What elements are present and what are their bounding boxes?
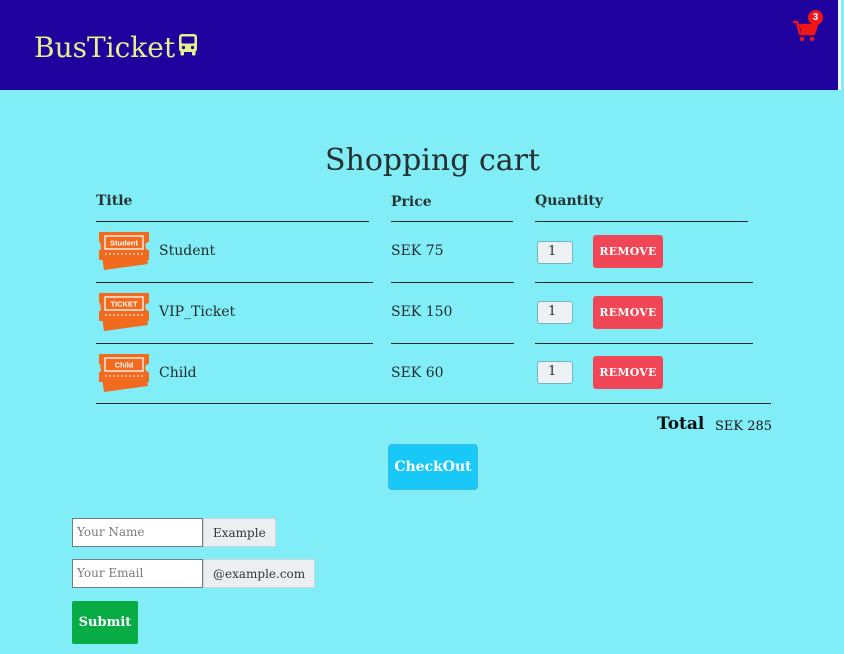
brand-name: BusTicket: [34, 31, 176, 64]
row-divider: [96, 282, 373, 283]
ticket-icon: Student: [99, 232, 149, 270]
cart-button[interactable]: 3: [793, 10, 823, 44]
total-divider: [96, 403, 771, 404]
ticket-icon-label: Student: [110, 239, 138, 248]
email-input[interactable]: Your Email: [72, 559, 203, 588]
row-divider: [535, 282, 753, 283]
checkout-button[interactable]: CheckOut: [388, 444, 478, 490]
ticket-icon-label: TICKET: [110, 300, 138, 309]
cart-item-title: Student Student: [96, 228, 215, 274]
column-header-price: Price: [391, 194, 432, 210]
name-input[interactable]: Your Name: [72, 518, 203, 547]
row-divider: [391, 343, 514, 344]
row-divider: [391, 282, 514, 283]
cart-item-name: Child: [159, 365, 197, 381]
cart-item-name: VIP_Ticket: [159, 304, 236, 320]
brand-logo[interactable]: BusTicket: [34, 29, 198, 67]
name-input-addon: Example: [203, 518, 276, 547]
cart-item-price: SEK 60: [391, 365, 444, 381]
cart-item-name: Student: [159, 243, 216, 259]
total-label: Total: [657, 414, 705, 434]
page-title: Shopping cart: [324, 143, 541, 178]
header-divider: [96, 221, 369, 222]
cart-item-price: SEK 75: [391, 243, 444, 259]
column-header-quantity: Quantity: [535, 193, 604, 209]
bus-icon: [179, 34, 198, 56]
quantity-input[interactable]: 1: [537, 241, 573, 264]
remove-button[interactable]: REMOVE: [593, 235, 663, 268]
navbar: BusTicket 3: [0, 0, 841, 90]
cart-count-badge: 3: [808, 10, 823, 25]
row-divider: [96, 343, 373, 344]
quantity-input[interactable]: 1: [537, 361, 573, 384]
header-divider: [535, 221, 748, 222]
ticket-icon-label: Child: [115, 361, 134, 370]
column-header-title: Title: [96, 193, 133, 209]
cart-item-title: Child Child: [96, 350, 197, 396]
cart-item-price: SEK 150: [391, 304, 453, 320]
quantity-input[interactable]: 1: [537, 301, 573, 324]
submit-button[interactable]: Submit: [72, 601, 138, 644]
remove-button[interactable]: REMOVE: [593, 296, 663, 329]
ticket-icon: Child: [99, 354, 149, 392]
row-divider: [535, 343, 753, 344]
header-divider: [391, 221, 513, 222]
ticket-icon: TICKET: [99, 293, 149, 331]
total-value: SEK 285: [715, 419, 773, 434]
remove-button[interactable]: REMOVE: [593, 356, 663, 389]
cart-item-title: TICKET VIP_Ticket: [96, 289, 235, 335]
email-input-addon: @example.com: [203, 559, 316, 588]
